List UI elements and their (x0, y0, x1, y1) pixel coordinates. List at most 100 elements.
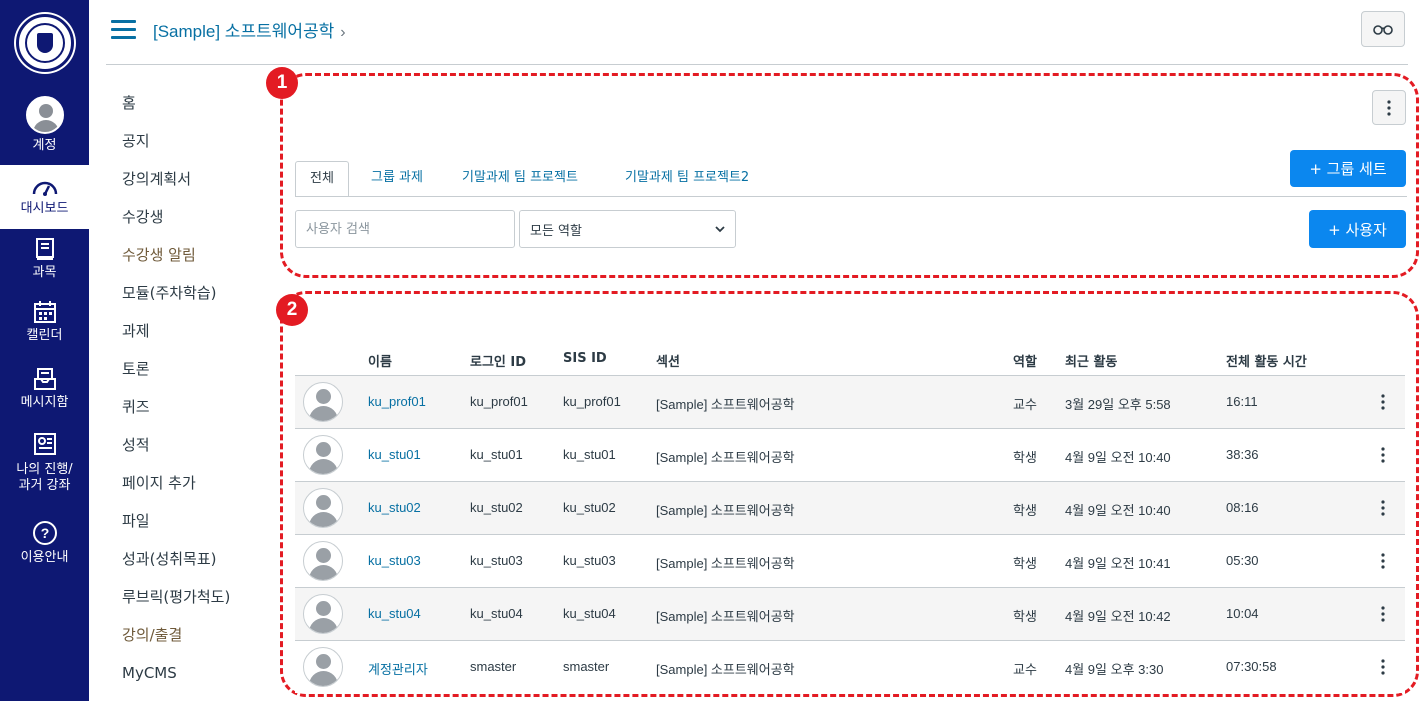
col-sis-id[interactable]: SIS ID (563, 351, 607, 366)
user-avatar-icon[interactable] (303, 647, 343, 687)
login-id: ku_stu02 (470, 500, 523, 515)
course-nav-item[interactable]: 수강생 알림 (122, 236, 272, 274)
nav-calendar[interactable]: 캘린더 (0, 300, 89, 350)
nav-help[interactable]: ? 이용안내 (0, 520, 89, 570)
nav-account-label: 계정 (32, 138, 57, 153)
add-group-set-button[interactable]: + 그룹 세트 (1290, 150, 1406, 187)
row-kebab-icon[interactable] (1377, 656, 1389, 678)
row-kebab-icon[interactable] (1377, 391, 1389, 413)
user-name-link[interactable]: ku_stu04 (368, 606, 421, 621)
login-id: ku_stu04 (470, 606, 523, 621)
row-kebab-icon[interactable] (1377, 550, 1389, 572)
course-nav-item[interactable]: 성과(성취목표) (122, 540, 272, 578)
course-nav-item[interactable]: 루브릭(평가척도) (122, 578, 272, 616)
user-avatar-icon[interactable] (303, 541, 343, 581)
nav-inbox[interactable]: 메시지함 (0, 367, 89, 417)
table-row: ku_stu03 ku_stu03 ku_stu03 [Sample] 소프트웨어공학… (295, 534, 1405, 587)
tab-all[interactable]: 전체 (295, 161, 349, 197)
immersive-reader-button[interactable] (1361, 11, 1405, 47)
col-name[interactable]: 이름 (368, 351, 392, 370)
tabs-divider (295, 196, 1407, 197)
nav-dashboard[interactable]: 대시보드 (0, 165, 89, 229)
role: 학생 (1013, 503, 1037, 518)
total-activity: 08:16 (1226, 500, 1259, 515)
row-kebab-icon[interactable] (1377, 603, 1389, 625)
hamburger-menu-icon[interactable] (111, 20, 136, 39)
table-row: ku_prof01 ku_prof01 ku_prof01 [Sample] 소프트웨… (295, 375, 1405, 428)
course-nav-item[interactable]: 퀴즈 (122, 388, 272, 426)
role: 학생 (1013, 556, 1037, 571)
total-activity: 07:30:58 (1226, 659, 1277, 674)
role: 학생 (1013, 609, 1037, 624)
nav-progress-label-1: 나의 진행/ (16, 462, 73, 477)
tab-final-team-project-2[interactable]: 기말과제 팀 프로젝트2 (625, 161, 749, 197)
total-activity: 05:30 (1226, 553, 1259, 568)
table-row: ku_stu02 ku_stu02 ku_stu02 [Sample] 소프트웨어공학… (295, 481, 1405, 534)
total-activity: 16:11 (1226, 394, 1258, 409)
course-nav-item[interactable]: MyCMS (122, 654, 272, 692)
kebab-icon (1387, 99, 1391, 116)
row-kebab-icon[interactable] (1377, 497, 1389, 519)
section-name: [Sample] 소프트웨어공학 (656, 556, 795, 571)
role: 교수 (1013, 397, 1037, 412)
sis-id: ku_stu02 (563, 500, 616, 515)
col-section[interactable]: 섹션 (656, 351, 680, 370)
user-name-link[interactable]: ku_stu02 (368, 500, 421, 515)
course-nav-item[interactable]: 홈 (122, 84, 272, 122)
role: 학생 (1013, 450, 1037, 465)
nav-calendar-label: 캘린더 (26, 328, 63, 343)
university-logo[interactable] (16, 14, 74, 72)
login-id: ku_prof01 (470, 394, 528, 409)
last-activity: 4월 9일 오전 10:42 (1065, 609, 1171, 624)
nav-courses-label: 과목 (32, 265, 57, 280)
role-filter-value: 모든 역할 (530, 223, 582, 239)
col-login-id[interactable]: 로그인 ID (470, 351, 526, 370)
tab-group-assignment[interactable]: 그룹 과제 (371, 161, 423, 197)
course-nav-item[interactable]: 수강생 (122, 198, 272, 236)
nav-courses[interactable]: 과목 (0, 237, 89, 287)
table-row: 계정관리자 smaster smaster [Sample] 소프트웨어공학 교수 4월 … (295, 640, 1405, 693)
user-name-link[interactable]: 계정관리자 (368, 659, 428, 678)
course-nav-item[interactable]: 파일 (122, 502, 272, 540)
course-nav-item[interactable]: 모듈(주차학습) (122, 274, 272, 312)
user-avatar-icon[interactable] (303, 435, 343, 475)
inbox-icon (33, 368, 56, 390)
calendar-icon (33, 301, 56, 323)
breadcrumb: [Sample] 소프트웨어공학 › (153, 17, 346, 42)
course-nav-item[interactable]: 성적 (122, 426, 272, 464)
nav-progress[interactable]: 나의 진행/ 과거 강좌 (0, 432, 89, 502)
help-question-icon: ? (32, 521, 57, 545)
course-nav-item[interactable]: 페이지 추가 (122, 464, 272, 502)
breadcrumb-course-link[interactable]: [Sample] 소프트웨어공학 (153, 22, 334, 41)
course-nav-item[interactable]: 토론 (122, 350, 272, 388)
user-search-input[interactable] (295, 210, 515, 248)
global-nav: 계정 대시보드 과목 캘린더 메시지함 나의 진행/ 과거 강좌 ? 이용안내 (0, 0, 89, 701)
course-nav-item[interactable]: 강의계획서 (122, 160, 272, 198)
col-last-activity[interactable]: 최근 활동 (1065, 351, 1117, 370)
user-name-link[interactable]: ku_stu01 (368, 447, 421, 462)
dashboard-gauge-icon (32, 181, 57, 196)
user-name-link[interactable]: ku_stu03 (368, 553, 421, 568)
add-user-button[interactable]: + 사용자 (1309, 210, 1406, 248)
user-avatar-icon[interactable] (303, 594, 343, 634)
roster-table-header: 이름 로그인 ID SIS ID 섹션 역할 최근 활동 전체 활동 시간 (295, 345, 1405, 375)
user-avatar-icon[interactable] (303, 488, 343, 528)
course-nav-item[interactable]: 공지 (122, 122, 272, 160)
settings-kebab-button[interactable] (1372, 90, 1406, 125)
header-divider (106, 64, 1408, 65)
col-total-activity[interactable]: 전체 활동 시간 (1226, 351, 1307, 370)
course-nav-item[interactable]: 강의/출결 (122, 616, 272, 654)
progress-report-icon (33, 433, 56, 455)
col-role[interactable]: 역할 (1013, 351, 1037, 370)
nav-inbox-label: 메시지함 (20, 395, 69, 410)
nav-account[interactable]: 계정 (0, 96, 89, 160)
course-nav-item[interactable]: 과제 (122, 312, 272, 350)
tab-final-team-project[interactable]: 기말과제 팀 프로젝트 (462, 161, 578, 197)
row-kebab-icon[interactable] (1377, 444, 1389, 466)
user-name-link[interactable]: ku_prof01 (368, 394, 426, 409)
last-activity: 4월 9일 오전 10:41 (1065, 556, 1171, 571)
role-filter-select[interactable]: 모든 역할 (519, 210, 736, 248)
table-row: ku_stu01 ku_stu01 ku_stu01 [Sample] 소프트웨어공학… (295, 428, 1405, 481)
glasses-icon (1373, 25, 1393, 35)
user-avatar-icon[interactable] (303, 382, 343, 422)
